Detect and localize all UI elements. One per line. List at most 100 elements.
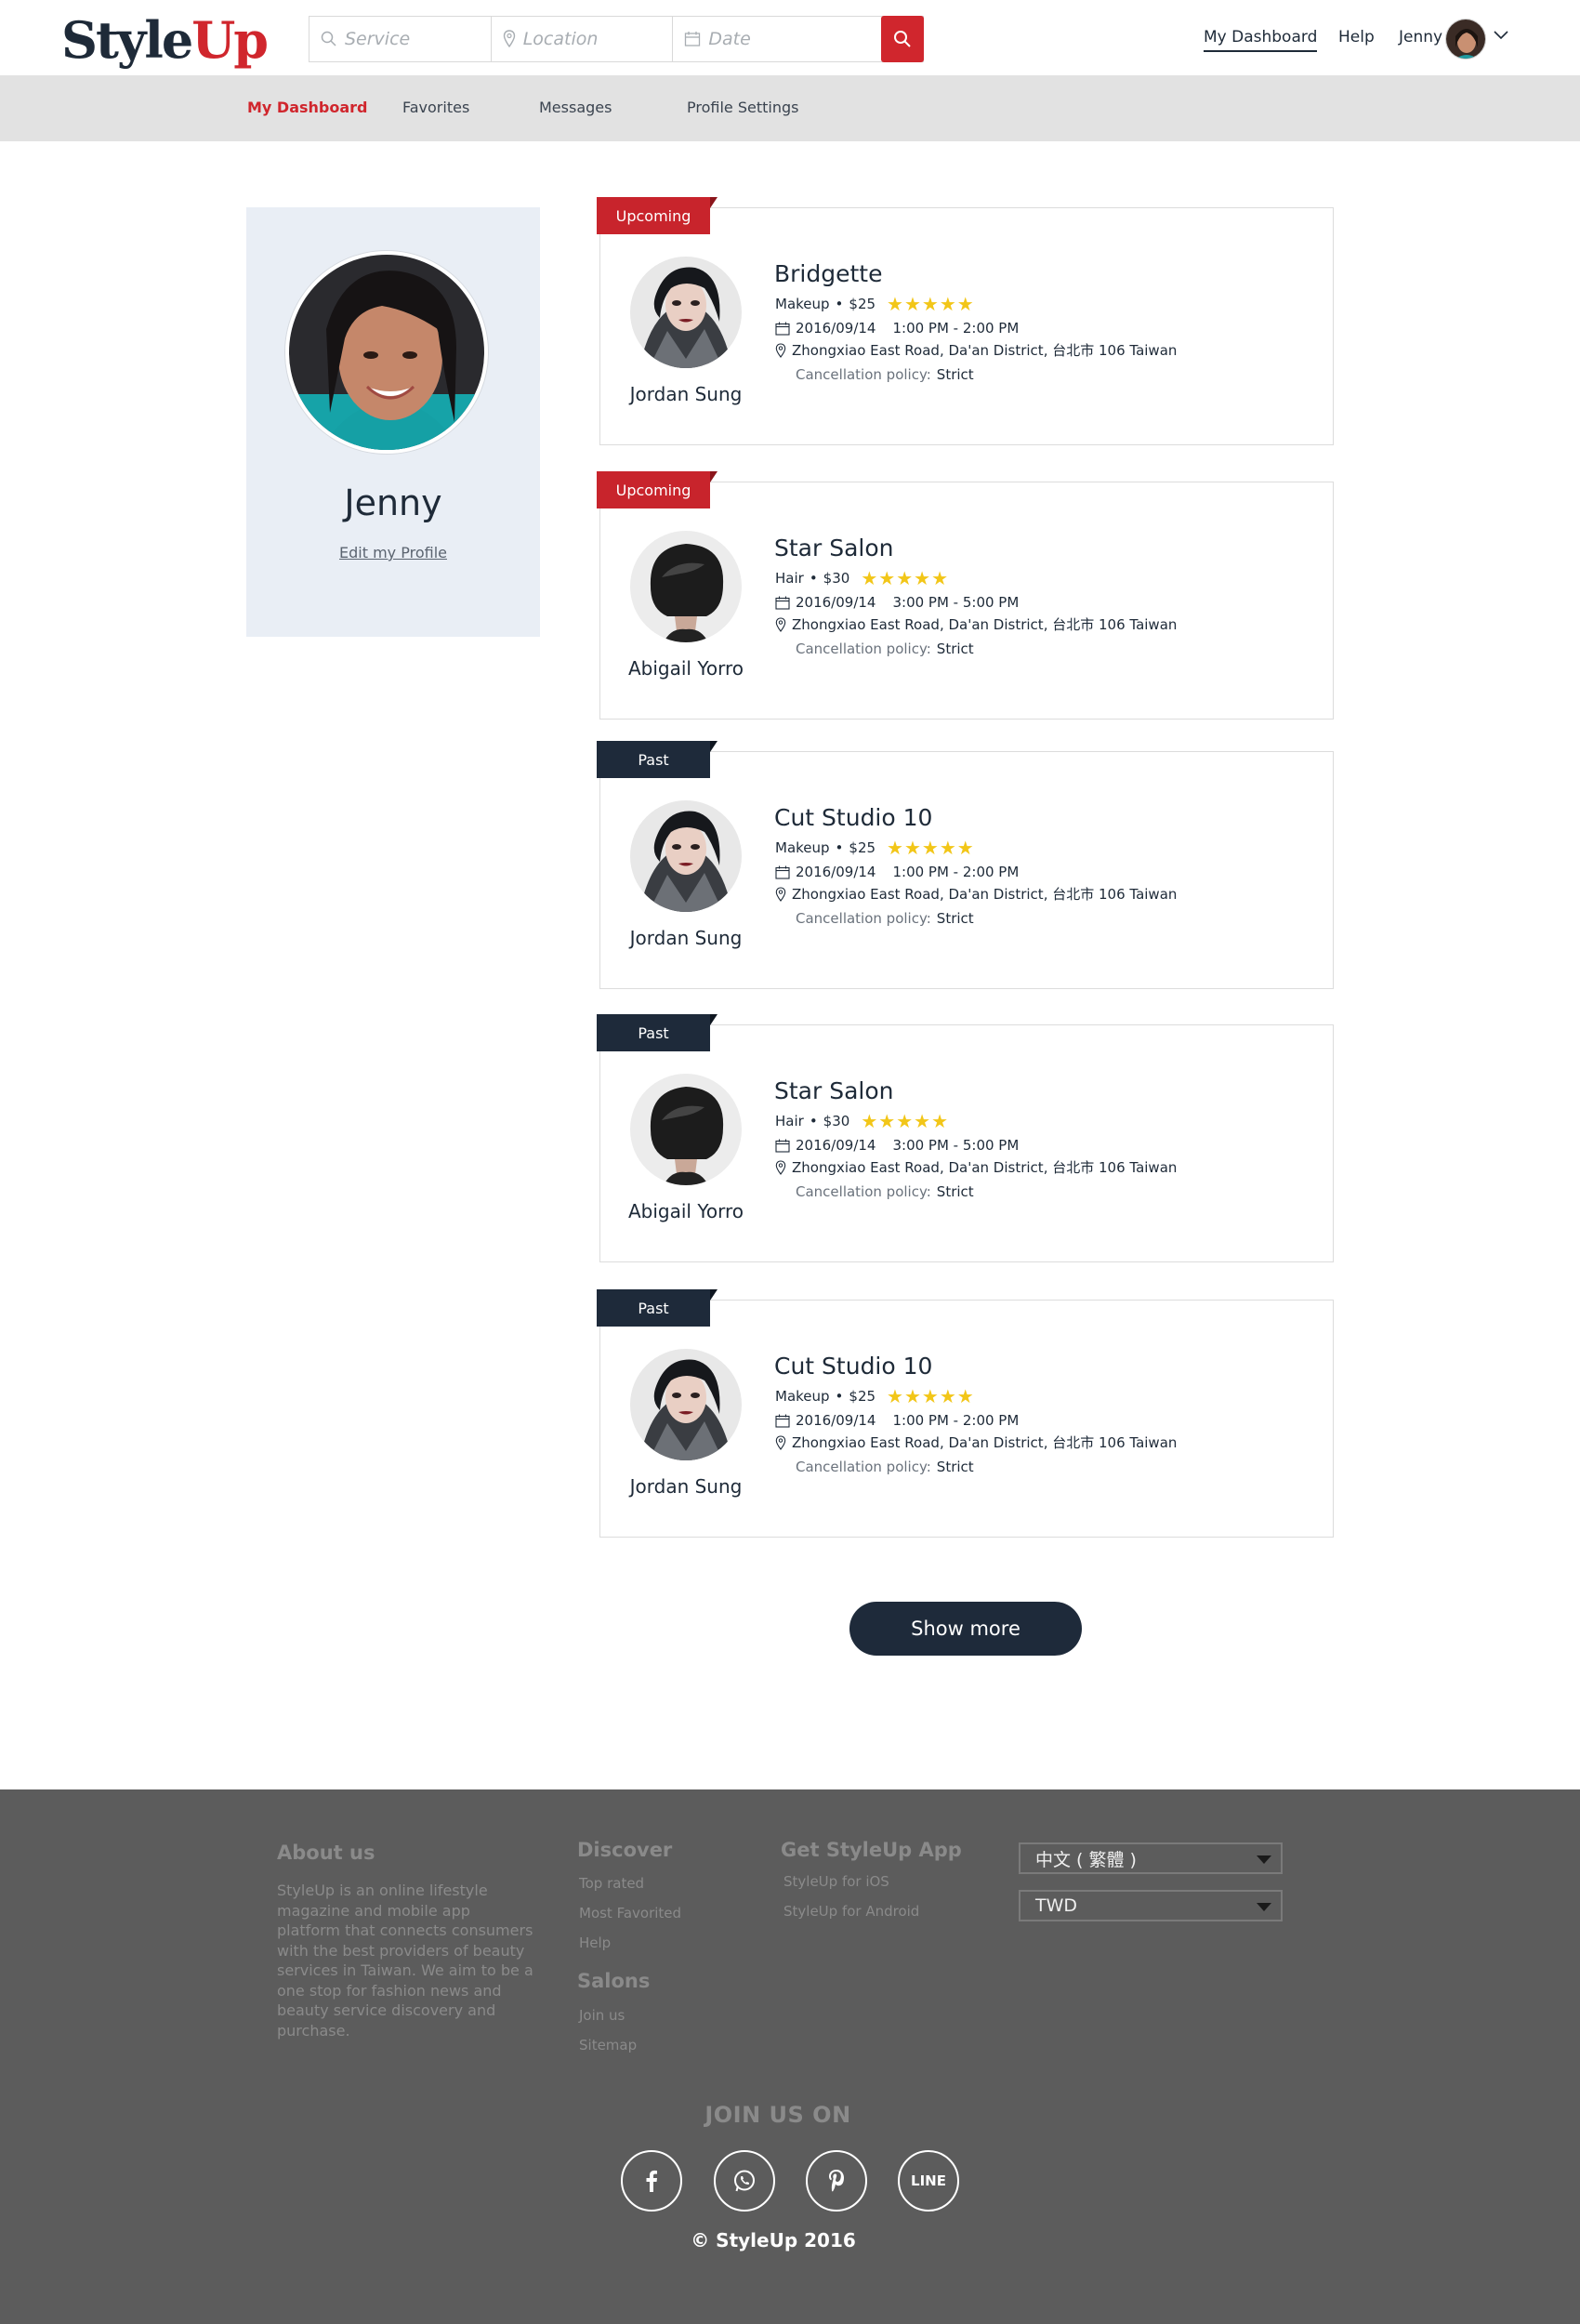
rating-stars: ★ ★ ★ ★ ★ bbox=[887, 293, 975, 315]
footer-link-ios[interactable]: StyleUp for iOS bbox=[783, 1873, 889, 1890]
date-input[interactable] bbox=[708, 29, 839, 49]
location-input[interactable] bbox=[522, 29, 653, 49]
nav-my-dashboard[interactable]: My Dashboard bbox=[1204, 28, 1318, 52]
location-pin-icon bbox=[775, 1434, 786, 1450]
footer-link-top-rated[interactable]: Top rated bbox=[579, 1875, 644, 1892]
user-avatar[interactable] bbox=[1445, 19, 1486, 59]
service-field[interactable] bbox=[309, 17, 492, 61]
star-icon: ★ bbox=[903, 1385, 921, 1407]
service-input[interactable] bbox=[345, 29, 475, 49]
cancellation-policy: Cancellation policy: Strict bbox=[796, 1459, 974, 1475]
footer-link-help[interactable]: Help bbox=[579, 1934, 611, 1951]
service-price: $25 bbox=[849, 839, 876, 856]
line-icon: LINE bbox=[911, 2172, 946, 2189]
calendar-icon bbox=[775, 596, 790, 610]
rating-stars: ★ ★ ★ ★ ★ bbox=[887, 1385, 975, 1407]
booking-time: 1:00 PM - 2:00 PM bbox=[892, 1412, 1020, 1429]
cancellation-policy: Cancellation policy: Strict bbox=[796, 1183, 974, 1200]
line-button[interactable]: LINE bbox=[898, 2150, 959, 2212]
booking-datetime: 2016/09/14 1:00 PM - 2:00 PM bbox=[775, 320, 1019, 337]
footer-link-android[interactable]: StyleUp for Android bbox=[783, 1903, 919, 1920]
footer-link-join-us[interactable]: Join us bbox=[579, 2007, 625, 2024]
booking-card[interactable]: Past Abigail Yorro Star Salon Hair • $30 ★ ★ ★ ★ ★… bbox=[597, 1014, 1334, 1262]
salon-name[interactable]: Bridgette bbox=[774, 260, 882, 287]
star-icon: ★ bbox=[878, 1110, 896, 1132]
salon-name[interactable]: Star Salon bbox=[774, 1077, 894, 1104]
booking-card[interactable]: Upcoming Abigail Yorro Star Salon Hair • $30 ★… bbox=[597, 471, 1334, 720]
footer-discover-title: Discover bbox=[577, 1839, 673, 1861]
booking-card[interactable]: Past Jordan Sung Cut Studio 10 Makeup • $25 ★ ★… bbox=[597, 1289, 1334, 1538]
professional-avatar[interactable] bbox=[630, 1349, 742, 1460]
currency-select[interactable]: TWD bbox=[1019, 1890, 1283, 1921]
search-button[interactable] bbox=[881, 16, 924, 62]
professional-name[interactable]: Jordan Sung bbox=[600, 1475, 771, 1498]
dropdown-arrow-icon bbox=[1257, 1903, 1271, 1911]
cancellation-policy: Cancellation policy: Strict bbox=[796, 910, 974, 927]
professional-name[interactable]: Abigail Yorro bbox=[600, 1200, 771, 1222]
location-pin-icon bbox=[775, 886, 786, 902]
salon-name[interactable]: Cut Studio 10 bbox=[774, 804, 932, 831]
star-icon: ★ bbox=[887, 837, 903, 859]
booking-card[interactable]: Upcoming Jordan Sung Bridgette Makeup • $25 ★ ★… bbox=[597, 197, 1334, 445]
search-icon bbox=[894, 31, 911, 47]
salon-name[interactable]: Cut Studio 10 bbox=[774, 1353, 932, 1380]
facebook-button[interactable] bbox=[621, 2150, 682, 2212]
subnav-favorites[interactable]: Favorites bbox=[402, 99, 469, 116]
professional-name[interactable]: Jordan Sung bbox=[600, 927, 771, 949]
booking-status-ribbon: Past bbox=[597, 741, 718, 778]
footer-link-sitemap[interactable]: Sitemap bbox=[579, 2037, 637, 2053]
star-icon: ★ bbox=[878, 567, 896, 589]
star-icon: ★ bbox=[956, 293, 974, 315]
booking-datetime: 2016/09/14 3:00 PM - 5:00 PM bbox=[775, 1137, 1019, 1154]
nav-username[interactable]: Jenny bbox=[1399, 28, 1442, 46]
salon-name[interactable]: Star Salon bbox=[774, 535, 894, 561]
whatsapp-button[interactable] bbox=[714, 2150, 775, 2212]
language-select[interactable]: 中文 ( 繁體 ) bbox=[1019, 1842, 1283, 1874]
star-icon: ★ bbox=[939, 293, 956, 315]
booking-time: 1:00 PM - 2:00 PM bbox=[892, 864, 1020, 880]
booking-card[interactable]: Past Jordan Sung Cut Studio 10 Makeup • $25 ★ ★… bbox=[597, 741, 1334, 989]
edit-profile-link[interactable]: Edit my Profile bbox=[246, 544, 540, 561]
star-icon: ★ bbox=[931, 1110, 948, 1132]
booking-address: Zhongxiao East Road, Da'an District, 台北市… bbox=[775, 1157, 1177, 1177]
professional-avatar[interactable] bbox=[630, 257, 742, 368]
location-pin-icon bbox=[775, 1159, 786, 1175]
booking-status-ribbon: Upcoming bbox=[597, 197, 718, 234]
footer-link-most-favorited[interactable]: Most Favorited bbox=[579, 1905, 681, 1921]
chevron-down-icon[interactable] bbox=[1493, 30, 1509, 41]
service-price-row: Makeup • $25 ★ ★ ★ ★ ★ bbox=[775, 1385, 975, 1407]
join-us-title: JOIN US ON bbox=[704, 2102, 851, 2128]
subnav-my-dashboard[interactable]: My Dashboard bbox=[247, 99, 368, 116]
booking-status-ribbon: Past bbox=[597, 1289, 718, 1327]
professional-avatar[interactable] bbox=[630, 531, 742, 642]
footer-about-text: StyleUp is an online lifestyle magazine … bbox=[277, 1882, 533, 2040]
star-icon: ★ bbox=[956, 1385, 974, 1407]
booking-date: 2016/09/14 bbox=[796, 1412, 876, 1429]
styleup-logo[interactable]: StyleUp bbox=[61, 9, 269, 71]
booking-status-ribbon: Past bbox=[597, 1014, 718, 1051]
user-avatar-photo bbox=[1446, 20, 1485, 59]
show-more-button[interactable]: Show more bbox=[849, 1602, 1082, 1656]
subnav-messages[interactable]: Messages bbox=[539, 99, 612, 116]
calendar-icon bbox=[775, 1414, 790, 1428]
star-icon: ★ bbox=[914, 567, 931, 589]
footer-app-title: Get StyleUp App bbox=[781, 1839, 962, 1861]
booking-date: 2016/09/14 bbox=[796, 594, 876, 611]
professional-name[interactable]: Jordan Sung bbox=[600, 383, 771, 405]
date-field[interactable] bbox=[673, 17, 881, 61]
professional-name[interactable]: Abigail Yorro bbox=[600, 657, 771, 680]
subnav-profile-settings[interactable]: Profile Settings bbox=[687, 99, 798, 116]
footer-salons-title: Salons bbox=[577, 1970, 651, 1992]
location-pin-icon bbox=[775, 342, 786, 358]
booking-time: 1:00 PM - 2:00 PM bbox=[892, 320, 1020, 337]
pinterest-button[interactable] bbox=[806, 2150, 867, 2212]
professional-avatar[interactable] bbox=[630, 800, 742, 912]
rating-stars: ★ ★ ★ ★ ★ bbox=[861, 1110, 949, 1132]
location-field[interactable] bbox=[492, 17, 674, 61]
nav-help[interactable]: Help bbox=[1338, 28, 1375, 46]
professional-avatar[interactable] bbox=[630, 1074, 742, 1185]
booking-datetime: 2016/09/14 1:00 PM - 2:00 PM bbox=[775, 864, 1019, 880]
service-type: Hair bbox=[775, 1113, 804, 1129]
facebook-icon bbox=[646, 2170, 657, 2192]
star-icon: ★ bbox=[861, 1110, 878, 1132]
